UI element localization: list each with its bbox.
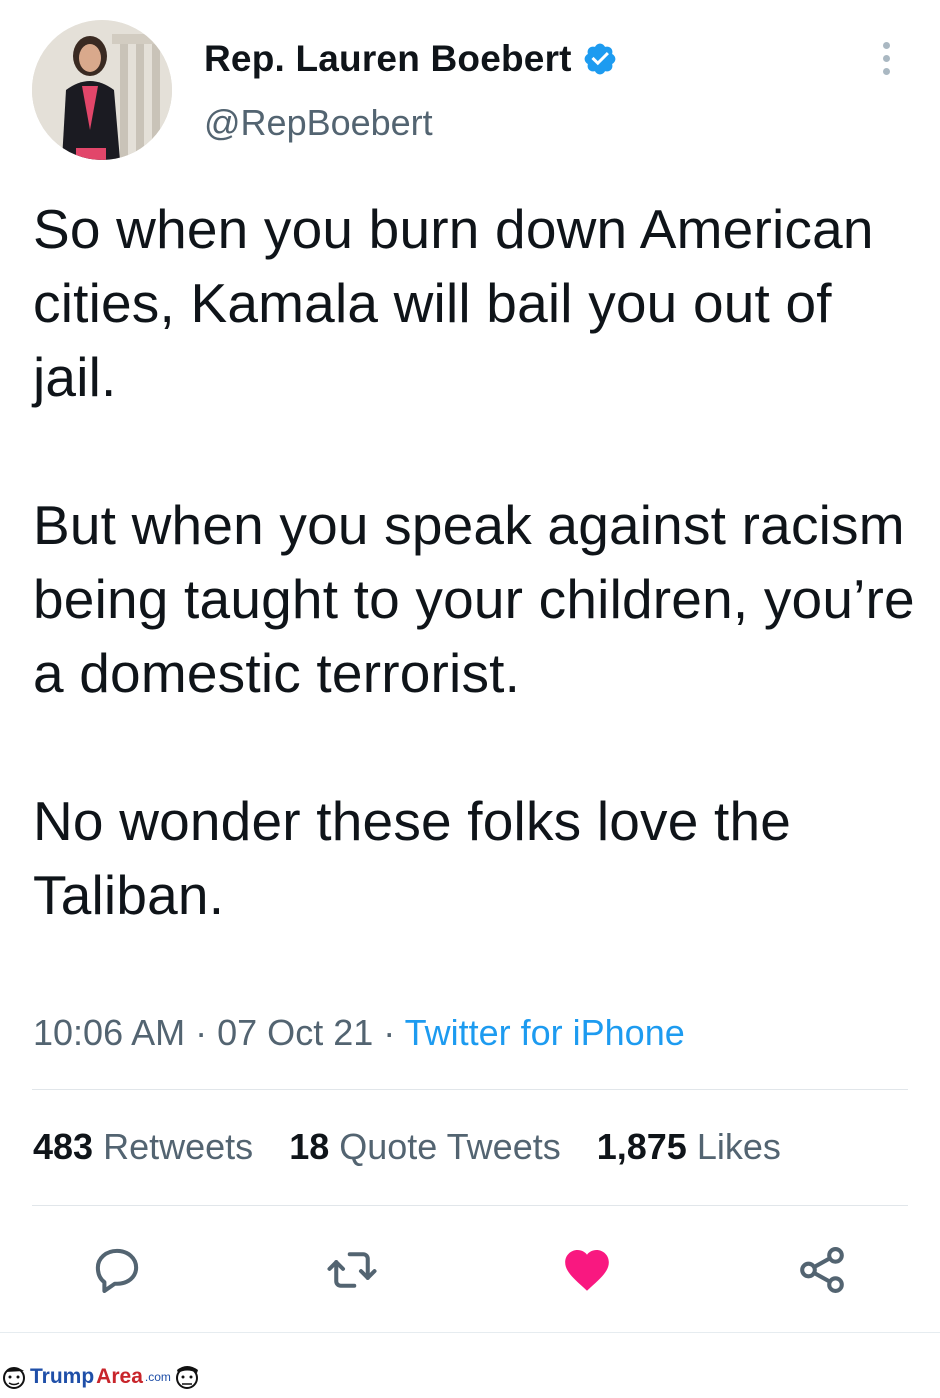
likes-count: 1,875 [596,1126,687,1167]
tweet-text: So when you burn down American cities, K… [33,192,923,932]
watermark-text-area: Area [96,1364,143,1388]
quote-tweets-stat[interactable]: 18 Quote Tweets [289,1126,561,1167]
caricature-left-icon [0,1362,28,1392]
quote-tweets-count: 18 [289,1126,330,1167]
retweets-stat[interactable]: 483 Retweets [33,1126,253,1167]
meta-separator: · [383,1012,396,1053]
avatar[interactable] [32,20,172,160]
avatar-photo [32,20,172,160]
reply-icon [95,1248,139,1293]
quote-tweets-label: Quote Tweets [339,1126,561,1167]
more-options-icon[interactable] [876,42,896,82]
author-handle[interactable]: @RepBoebert [204,102,433,144]
like-icon [565,1249,609,1291]
author-display-name[interactable]: Rep. Lauren Boebert [204,38,572,80]
retweet-button[interactable] [325,1243,379,1297]
likes-label: Likes [696,1126,781,1167]
watermark: Trump Area .com [0,1360,201,1393]
tweet-paragraph: But when you speak against racism being … [33,494,915,704]
meta-separator: · [195,1012,208,1053]
tweet-stats: 483 Retweets 18 Quote Tweets 1,875 Likes [33,1126,807,1168]
reply-button[interactable] [90,1243,144,1297]
watermark-text-trump: Trump [30,1364,95,1388]
tweet-meta: 10:06 AM · 07 Oct 21 · Twitter for iPhon… [33,1012,685,1054]
share-icon [800,1247,844,1293]
like-button[interactable] [560,1243,614,1297]
retweets-count: 483 [33,1126,94,1167]
tweet-date[interactable]: 07 Oct 21 [217,1012,373,1053]
tweet-paragraph: No wonder these folks love the Taliban. [33,790,792,926]
divider [32,1205,908,1206]
retweet-icon [327,1252,377,1288]
caricature-right-icon [173,1362,201,1392]
tweet-time[interactable]: 10:06 AM [33,1012,185,1053]
verified-badge-icon [582,41,618,77]
tweet-paragraph: So when you burn down American cities, K… [33,198,874,408]
divider [32,1089,908,1090]
author-display-name-row[interactable]: Rep. Lauren Boebert [204,38,618,80]
share-button[interactable] [795,1243,849,1297]
watermark-text-com: .com [144,1369,171,1384]
retweets-label: Retweets [103,1126,254,1167]
likes-stat[interactable]: 1,875 Likes [597,1126,781,1167]
tweet-source-link[interactable]: Twitter for iPhone [405,1012,685,1053]
